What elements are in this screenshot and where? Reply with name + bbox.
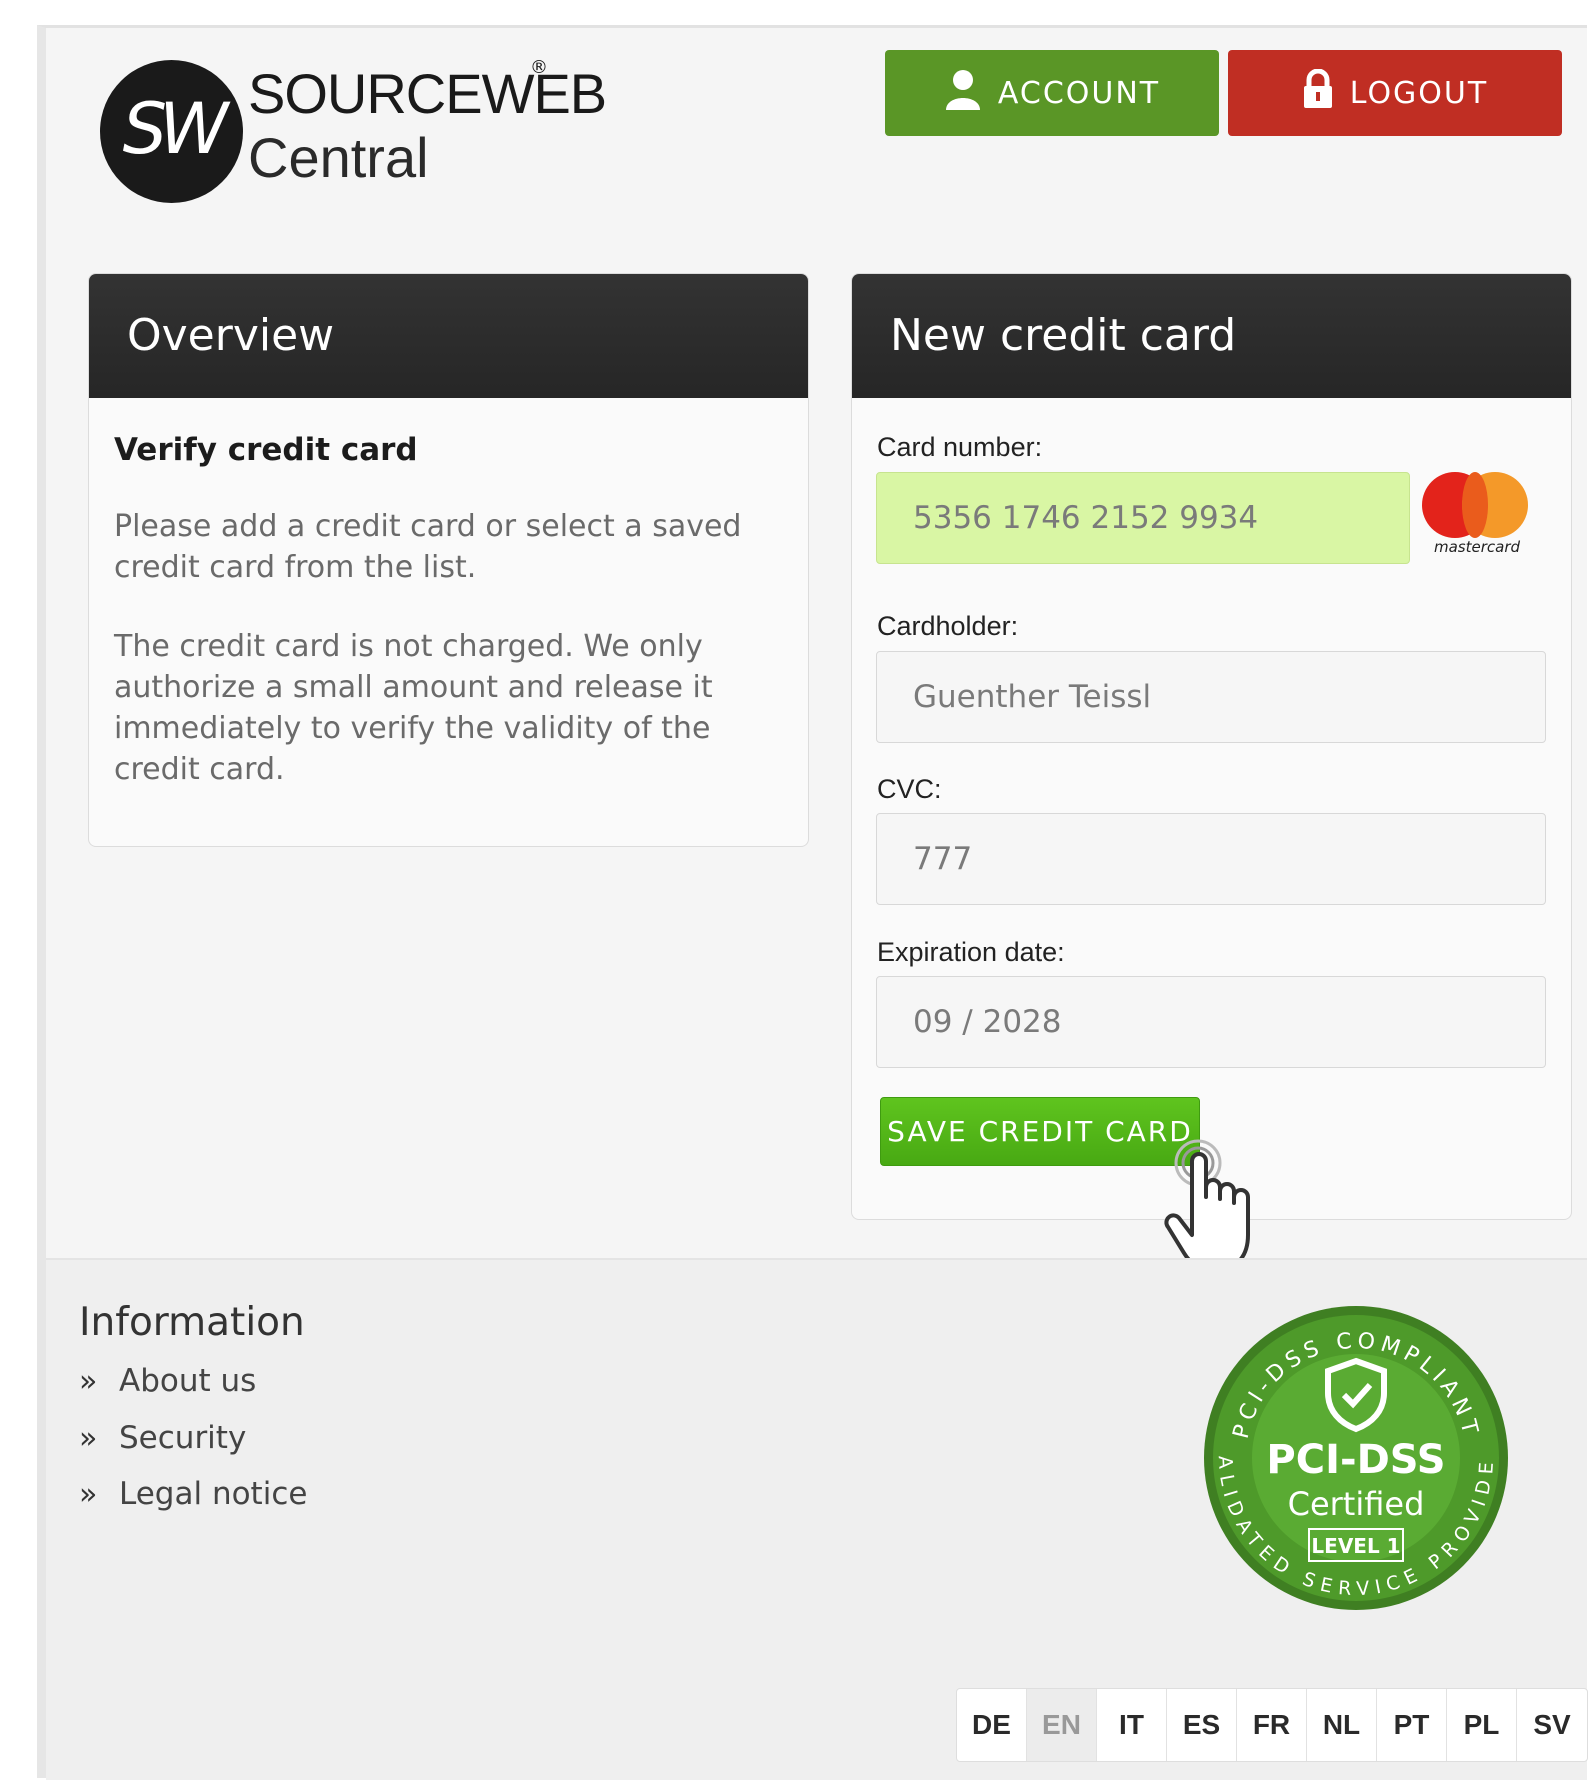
lock-icon bbox=[1302, 68, 1334, 117]
language-nl[interactable]: NL bbox=[1307, 1689, 1377, 1761]
language-it[interactable]: IT bbox=[1097, 1689, 1167, 1761]
new-card-heading: New credit card bbox=[852, 274, 1571, 398]
mastercard-logo: mastercard bbox=[1422, 472, 1532, 556]
overview-panel: Overview Verify credit card Please add a… bbox=[88, 273, 809, 847]
save-credit-card-button[interactable]: SAVE CREDIT CARD bbox=[880, 1097, 1200, 1166]
cardholder-input[interactable]: Guenther Teissl bbox=[876, 651, 1546, 743]
card-number-label: Card number: bbox=[877, 432, 1043, 462]
language-de[interactable]: DE bbox=[957, 1689, 1027, 1761]
language-sv[interactable]: SV bbox=[1517, 1689, 1587, 1761]
badge-subtitle: Certified bbox=[1288, 1485, 1425, 1523]
double-chevron-right-icon: » bbox=[79, 1477, 98, 1512]
language-switcher: DE EN IT ES FR NL PT PL SV bbox=[956, 1688, 1588, 1762]
logo-brand: SOURCEWEB bbox=[248, 62, 607, 125]
legal-notice-link[interactable]: » Legal notice bbox=[79, 1476, 307, 1512]
user-icon bbox=[944, 68, 982, 118]
mastercard-label: mastercard bbox=[1433, 538, 1521, 556]
legal-notice-label: Legal notice bbox=[119, 1476, 308, 1512]
about-us-link[interactable]: » About us bbox=[79, 1363, 256, 1399]
security-link[interactable]: » Security bbox=[79, 1420, 246, 1456]
logo-mark-text: SW bbox=[122, 88, 229, 170]
new-credit-card-panel: New credit card Card number: 5356 1746 2… bbox=[851, 273, 1572, 1220]
logo-subtitle: Central bbox=[248, 126, 429, 189]
overview-paragraph-1: Please add a credit card or select a sav… bbox=[114, 509, 742, 585]
account-button[interactable]: ACCOUNT bbox=[885, 50, 1219, 136]
double-chevron-right-icon: » bbox=[79, 1421, 98, 1456]
verify-title: Verify credit card bbox=[114, 432, 418, 468]
double-chevron-right-icon: » bbox=[79, 1364, 98, 1399]
overview-heading: Overview bbox=[89, 274, 808, 398]
footer: Information » About us » Security » Legal n… bbox=[46, 1258, 1588, 1780]
information-heading: Information bbox=[79, 1300, 305, 1345]
logout-button[interactable]: LOGOUT bbox=[1228, 50, 1562, 136]
language-pl[interactable]: PL bbox=[1447, 1689, 1517, 1761]
logo-mark: SW bbox=[100, 60, 243, 203]
badge-level: LEVEL 1 bbox=[1311, 1534, 1400, 1558]
language-en[interactable]: EN bbox=[1027, 1689, 1097, 1761]
badge-title: PCI-DSS bbox=[1266, 1437, 1445, 1483]
logout-button-label: LOGOUT bbox=[1349, 75, 1489, 111]
cvc-label: CVC: bbox=[877, 774, 942, 804]
overview-paragraph-2: The credit card is not charged. We only … bbox=[114, 629, 713, 787]
account-button-label: ACCOUNT bbox=[997, 75, 1161, 111]
language-es[interactable]: ES bbox=[1167, 1689, 1237, 1761]
language-fr[interactable]: FR bbox=[1237, 1689, 1307, 1761]
logo-registered-mark: ® bbox=[530, 57, 548, 78]
hand-pointer-icon bbox=[1164, 1139, 1250, 1271]
pci-dss-badge: PCI-DSS COMPLIANT VALIDATED SERVICE PROV… bbox=[1201, 1303, 1508, 1610]
card-number-input[interactable]: 5356 1746 2152 9934 bbox=[876, 472, 1410, 564]
about-us-label: About us bbox=[119, 1363, 257, 1399]
sourceweb-logo[interactable]: SW SOURCEWEB ® Central bbox=[100, 57, 607, 208]
expiration-input[interactable]: 09 / 2028 bbox=[876, 976, 1546, 1068]
cardholder-label: Cardholder: bbox=[877, 611, 1019, 641]
cvc-input[interactable]: 777 bbox=[876, 813, 1546, 905]
language-pt[interactable]: PT bbox=[1377, 1689, 1447, 1761]
security-label: Security bbox=[119, 1420, 247, 1456]
expiration-label: Expiration date: bbox=[877, 937, 1065, 967]
